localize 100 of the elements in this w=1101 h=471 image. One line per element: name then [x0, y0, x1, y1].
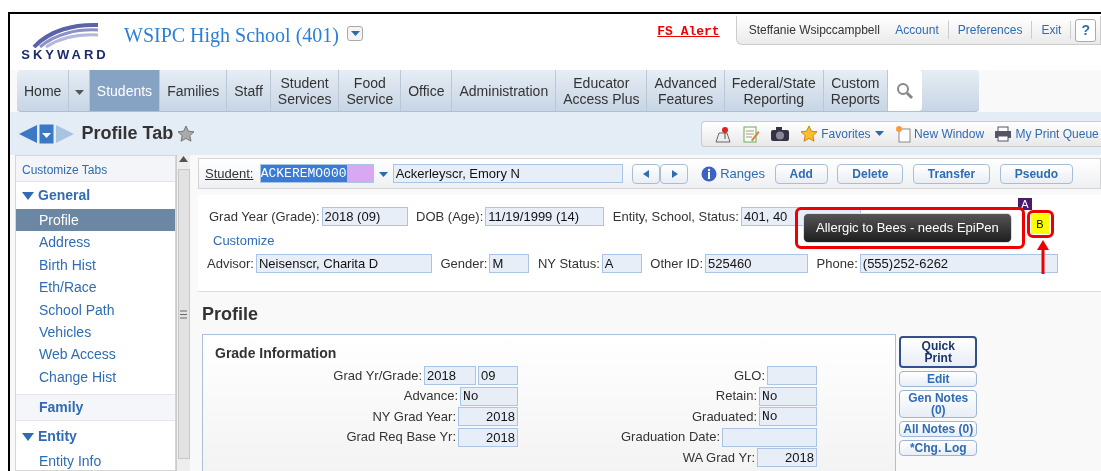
header-link[interactable]: Preferences [948, 21, 1033, 39]
nav-tab[interactable]: Home [17, 70, 70, 111]
nav-tab[interactable]: Student Services [270, 70, 340, 111]
nav-tab[interactable]: Office [401, 70, 453, 111]
info-field[interactable]: A [601, 254, 642, 274]
info-field[interactable]: 2018 (09) [321, 207, 408, 227]
sidebar-item[interactable]: School Path [16, 298, 175, 321]
ranges-link[interactable]: Ranges [720, 163, 765, 184]
side-button[interactable]: Edit [899, 371, 978, 387]
info-field[interactable]: M [489, 254, 530, 274]
favorites-menu[interactable]: Favorites [800, 124, 885, 143]
header-link[interactable]: Exit [1032, 21, 1072, 39]
school-dropdown-button[interactable] [347, 26, 363, 41]
field-label: NY Grad Year: [371, 407, 456, 426]
field-label: WA Grad Yr: [681, 448, 755, 467]
printer-icon [994, 125, 1013, 142]
nav-tab[interactable]: Educator Access Plus [556, 70, 648, 111]
grip-icon[interactable] [180, 309, 187, 319]
field-label: DOB (Age): [416, 208, 484, 226]
form-field[interactable]: 2018 [458, 427, 518, 447]
field-label: Other ID: [650, 255, 704, 273]
new-window-icon [894, 124, 911, 143]
field-label: Gender: [440, 255, 488, 273]
toolbar-button[interactable]: Pseudo [999, 163, 1074, 184]
field-label: GLO: [732, 366, 765, 385]
form-field[interactable]: No [759, 407, 817, 426]
sidebar-item[interactable]: Profile [16, 209, 175, 232]
map-pin-icon[interactable] [714, 124, 732, 143]
star-icon[interactable] [177, 124, 196, 143]
student-id-field[interactable]: ACKEREMO000 [259, 164, 374, 183]
expand-triangle-icon [22, 190, 34, 201]
sidebar-item[interactable]: Eth/Race [16, 276, 175, 299]
side-button[interactable]: Quick Print [899, 336, 978, 368]
form-field[interactable] [767, 366, 817, 385]
sidebar-group[interactable]: Entity [16, 423, 175, 451]
sidebar-group[interactable]: Family [16, 394, 175, 422]
sidebar-item[interactable]: Web Access [16, 343, 175, 366]
sidebar-item[interactable]: Entity Info [16, 450, 175, 471]
previous-button[interactable] [632, 163, 661, 184]
logo-text: SKYWARD [21, 48, 109, 61]
field-label: Advance: [402, 387, 458, 406]
info-field[interactable]: (555)252-6262 [859, 254, 1058, 274]
form-field[interactable]: 2018 [757, 448, 817, 467]
form-field[interactable]: 2018 [424, 366, 476, 385]
side-button[interactable]: Gen Notes (0) [899, 390, 978, 418]
field-label: Grad Year (Grade): [209, 208, 320, 226]
form-field[interactable]: No [460, 386, 518, 406]
info-field[interactable]: 525460 [705, 254, 809, 274]
toolbar-button[interactable]: Transfer [912, 163, 991, 184]
info-field[interactable]: 11/19/1999 (14) [485, 207, 605, 227]
sidebar-item[interactable]: Change Hist [16, 365, 175, 389]
customize-tabs-link[interactable]: Customize Tabs [16, 156, 175, 182]
camera-icon[interactable] [770, 125, 790, 142]
next-button[interactable] [660, 163, 689, 184]
student-name-field[interactable]: Ackerleyscr, Emory N [392, 164, 623, 183]
form-field[interactable]: 2018 [458, 407, 518, 426]
info-icon[interactable] [701, 165, 718, 182]
nav-tab[interactable]: Administration [452, 70, 557, 111]
form-field[interactable]: No [759, 386, 817, 406]
field-label: Entity, School, Status: [612, 208, 739, 226]
nav-tab[interactable]: Custom Reports [823, 70, 888, 111]
panel-title: Grade Information [215, 344, 338, 363]
info-field[interactable]: Neisenscr, Charita D [255, 254, 432, 274]
new-window-link[interactable]: New Window [894, 124, 985, 143]
print-queue-link[interactable]: My Print Queue [994, 124, 1099, 143]
side-button[interactable]: *Chg. Log [899, 440, 978, 456]
nav-tab[interactable]: Food Service [339, 70, 402, 111]
form-field[interactable] [722, 427, 817, 447]
student-link[interactable]: Student: [205, 163, 254, 184]
sidebar-item[interactable]: Vehicles [16, 320, 175, 344]
alert-tooltip: Allergic to Bees - needs EpiPen [803, 213, 1012, 243]
help-button[interactable]: ? [1075, 18, 1096, 42]
nav-tab[interactable]: Federal/State Reporting [724, 70, 824, 111]
field-label: Grad Yr/Grade: [332, 366, 422, 385]
nav-tab[interactable]: Advanced Features [647, 70, 725, 111]
alert-badge[interactable]: B [1031, 214, 1049, 234]
search-icon[interactable] [895, 81, 914, 100]
page-title: Profile Tab [81, 122, 174, 145]
highlight-frame [1027, 210, 1054, 238]
nav-tab[interactable]: Staff [227, 70, 271, 111]
side-button[interactable]: All Notes (0) [899, 421, 978, 437]
customize-link[interactable]: Customize [213, 230, 275, 250]
toolbar-button[interactable]: Add [774, 163, 828, 184]
notepad-pencil-icon[interactable] [742, 124, 760, 143]
star-icon [800, 124, 818, 143]
field-label: Graduated: [690, 407, 757, 426]
sidebar-item[interactable]: Birth Hist [16, 253, 175, 277]
toolbar-button[interactable]: Delete [837, 163, 904, 184]
field-label: Advisor: [207, 255, 254, 273]
form-field[interactable]: 09 [478, 366, 518, 385]
caret-icon [873, 128, 885, 139]
dropdown-icon[interactable] [38, 123, 54, 144]
field-label: NY Status: [537, 255, 600, 273]
alert-badge[interactable]: A [1018, 198, 1032, 210]
section-heading: Profile [202, 303, 259, 326]
alert-link[interactable]: FS Alert [657, 22, 720, 42]
sidebar-item[interactable]: Address [16, 231, 175, 254]
nav-tab[interactable]: Families [160, 70, 228, 111]
header-link[interactable]: Account [886, 21, 949, 39]
sidebar-group[interactable]: General [16, 182, 175, 209]
